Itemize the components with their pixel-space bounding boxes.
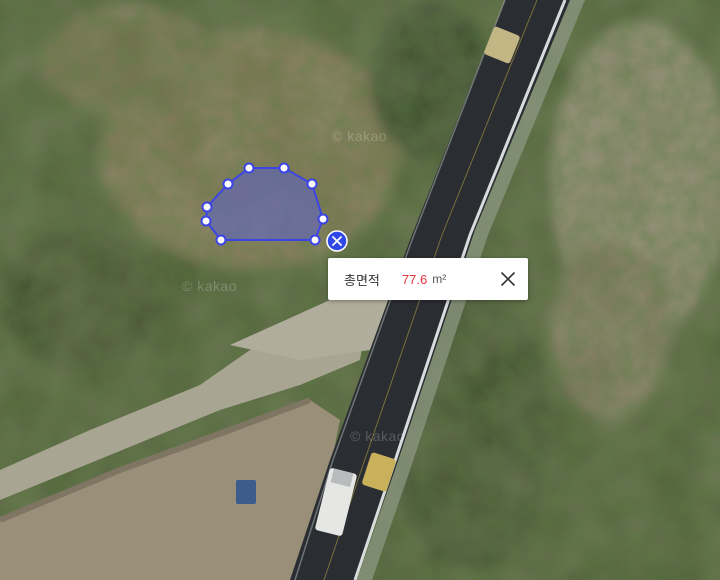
total-area-value: 77.6 (401, 271, 428, 287)
total-area-label: 총면적 (344, 272, 380, 288)
close-button[interactable] (496, 267, 520, 291)
vertex-handle[interactable] (306, 178, 318, 190)
total-area-unit: m² (432, 272, 447, 286)
vertex-handle[interactable] (317, 213, 329, 225)
small-blue-vehicle (236, 480, 256, 504)
vertex-handle[interactable] (222, 178, 234, 190)
vertex-handle[interactable] (200, 215, 212, 227)
close-icon (501, 272, 515, 286)
area-measurement-popup: 총면적 77.6 m² (328, 258, 528, 300)
vertex-handle[interactable] (201, 201, 213, 213)
vertex-handle[interactable] (215, 234, 227, 246)
vertex-handle[interactable] (309, 234, 321, 246)
vertex-handle[interactable] (278, 162, 290, 174)
delete-measurement-button[interactable] (326, 230, 348, 252)
vertex-handle[interactable] (243, 162, 255, 174)
